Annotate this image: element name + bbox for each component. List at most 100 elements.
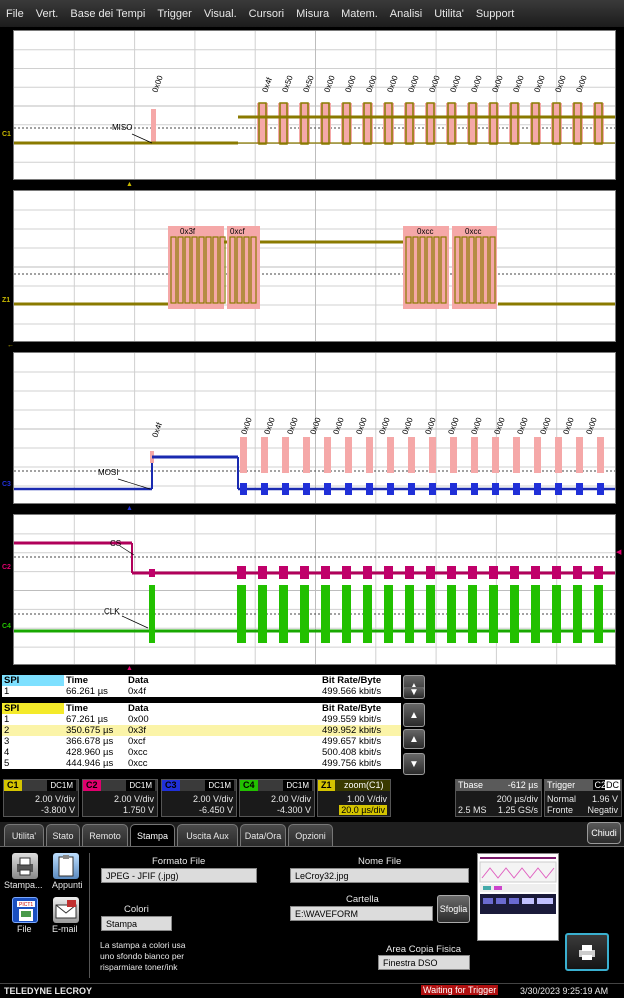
table-cell: 350.675 µs [66, 725, 114, 736]
tab-2[interactable]: Remoto [82, 824, 128, 846]
channel-tag: C3 [162, 780, 180, 791]
table-cell: 3 [4, 736, 10, 747]
printer-icon[interactable] [12, 853, 38, 879]
scroll-up-button[interactable]: ▲ [403, 703, 425, 727]
trigger-descriptor[interactable]: Trigger C2 DC Normal 1.96 V Fronte Negat… [544, 779, 622, 817]
print-dialog: Stampa... Appunti PICT1 File E-mail Form… [0, 846, 624, 983]
mosi-burst [450, 483, 457, 495]
channel-descriptor-c2[interactable]: C2 DC1M 2.00 V/div 1.750 V [82, 779, 158, 817]
table-cell: 428.960 µs [66, 747, 114, 758]
scroll-down-button[interactable]: ▼ [403, 753, 425, 775]
scope-screen: File Vert. Base dei Tempi Trigger Visual. Cur… [0, 0, 624, 998]
file-label: File [17, 924, 32, 934]
print-label: Stampa... [4, 880, 43, 890]
menu-item[interactable]: Utilita' [434, 8, 464, 20]
table-header: Data [128, 703, 149, 714]
channel-marker-z1: Z1 [2, 297, 11, 304]
waveform-grid-mosi[interactable]: MOSI 0x4f 0x00 0x00 0x00 0x00 0x00 0x00 0x00 0x00… [13, 352, 616, 504]
cs-burst [552, 566, 561, 579]
menu-item[interactable]: Trigger [157, 8, 191, 20]
channel-descriptor-c1[interactable]: C1 DC1M 2.00 V/div -3.800 V [3, 779, 79, 817]
tab-3[interactable]: Stampa [130, 824, 175, 846]
waveform-grid-miso[interactable]: MISO 0x00 0x4f 0x50 0x50 0x00 0x00 0x00 0x00 0x00… [13, 30, 616, 180]
zoom-descriptor[interactable]: Z1 zoom(C1) 1.00 V/div 20.0 µs/div [317, 779, 391, 817]
decode-box [513, 437, 520, 473]
tab-5[interactable]: Data/Ora [240, 824, 286, 846]
menu-item[interactable]: Base dei Tempi [70, 8, 145, 20]
tab-1[interactable]: Stato [46, 824, 80, 846]
browse-button[interactable]: Sfoglia [437, 895, 470, 923]
print-button[interactable] [565, 933, 609, 971]
decode-label: 0x00 [584, 416, 599, 436]
table-row[interactable]: 1 67.261 µs 0x00 499.559 kbit/s [2, 714, 401, 725]
menu-item[interactable]: Misura [296, 8, 329, 20]
filename-input[interactable]: LeCroy32.jpg [290, 868, 469, 883]
channel-coupling: DC1M [126, 780, 155, 791]
channel-descriptor-c3[interactable]: C3 DC1M 2.00 V/div -6.450 V [161, 779, 237, 817]
decode-label: 0x00 [492, 416, 507, 436]
decode-label: 0x50 [280, 74, 295, 94]
table-cell: 499.566 kbit/s [322, 686, 382, 697]
email-icon[interactable] [53, 897, 79, 923]
table-row[interactable]: 2 350.675 µs 0x3f 499.952 kbit/s [2, 725, 401, 736]
waveform-grid-zoom[interactable]: 0x3f 0xcf 0xcc 0xcc [13, 190, 616, 342]
menu-item[interactable]: Analisi [390, 8, 422, 20]
channel-coupling: DC1M [47, 780, 76, 791]
table-cell: 0xcc [128, 747, 148, 758]
file-icon[interactable]: PICT1 [12, 897, 38, 923]
decode-label: 0x50 [301, 74, 316, 94]
cs-burst [321, 566, 330, 579]
menu-item[interactable]: Support [476, 8, 515, 20]
menu-item[interactable]: File [6, 8, 24, 20]
decode-box [261, 437, 268, 473]
decode-box [471, 437, 478, 473]
tab-6[interactable]: Opzioni [288, 824, 333, 846]
menu-item[interactable]: Visual. [204, 8, 237, 20]
mosi-burst [366, 483, 373, 495]
cs-burst [468, 566, 477, 579]
trigger-mode: Normal [547, 794, 577, 804]
mosi-burst [429, 483, 436, 495]
decode-label: 0x4f [260, 76, 274, 94]
menu-item[interactable]: Matem. [341, 8, 378, 20]
waveform-grid-cs-clk[interactable]: CS CLK [13, 514, 616, 665]
table-row[interactable]: 1 66.261 µs 0x4f 499.566 kbit/s [2, 686, 401, 697]
clk-burst [426, 585, 435, 643]
color-note: La stampa a colori usa uno sfondo bianco… [100, 940, 186, 972]
tab-0[interactable]: Utilita' [4, 824, 44, 846]
zoom-tag: Z1 [318, 780, 335, 791]
table-row[interactable]: 4 428.960 µs 0xcc 500.408 kbit/s [2, 747, 401, 758]
decode-label: 0x00 [385, 74, 400, 94]
table-header: Bit Rate/Byte [322, 703, 382, 714]
date-time: 3/30/2023 9:25:19 AM [520, 986, 609, 996]
channel-vdiv: 2.00 V/div [270, 794, 311, 804]
tab-4[interactable]: Uscita Aux [177, 824, 238, 846]
area-label: Area Copia Fisica [386, 944, 461, 955]
colors-select[interactable]: Stampa [101, 916, 172, 931]
table-row[interactable]: 5 444.946 µs 0xcc 499.756 kbit/s [2, 758, 401, 769]
trigger-position-icon: ▲ [126, 665, 133, 672]
page-up-button[interactable]: ▲ [403, 729, 425, 749]
trigger-position-icon: ▲ [126, 181, 133, 188]
channel-descriptor-c4[interactable]: C4 DC1M 2.00 V/div -4.300 V [239, 779, 315, 817]
decode-box [324, 437, 331, 473]
mosi-burst [513, 483, 520, 495]
mosi-burst [324, 483, 331, 495]
table-row[interactable]: 3 366.678 µs 0xcf 499.657 kbit/s [2, 736, 401, 747]
scroll-down-button[interactable]: ▼ [403, 687, 425, 699]
format-select[interactable]: JPEG - JFIF (.jpg) [101, 868, 257, 883]
timebase-descriptor[interactable]: Tbase -612 µs 200 µs/div 2.5 MS 1.25 GS/… [455, 779, 542, 817]
decode-box [555, 437, 562, 473]
clipboard-icon[interactable] [53, 853, 79, 879]
cs-burst [300, 566, 309, 579]
folder-input[interactable]: E:\WAVEFORM [290, 906, 433, 921]
decode-label: 0x00 [262, 416, 277, 436]
close-button[interactable]: Chiudi [587, 822, 621, 844]
table-cell: 366.678 µs [66, 736, 114, 747]
area-select[interactable]: Finestra DSO [378, 955, 470, 970]
decode-label: 0x00 [532, 74, 547, 94]
channel-vdiv: 2.00 V/div [113, 794, 154, 804]
decode-label: 0x00 [331, 416, 346, 436]
menu-item[interactable]: Cursori [249, 8, 284, 20]
menu-item[interactable]: Vert. [36, 8, 59, 20]
